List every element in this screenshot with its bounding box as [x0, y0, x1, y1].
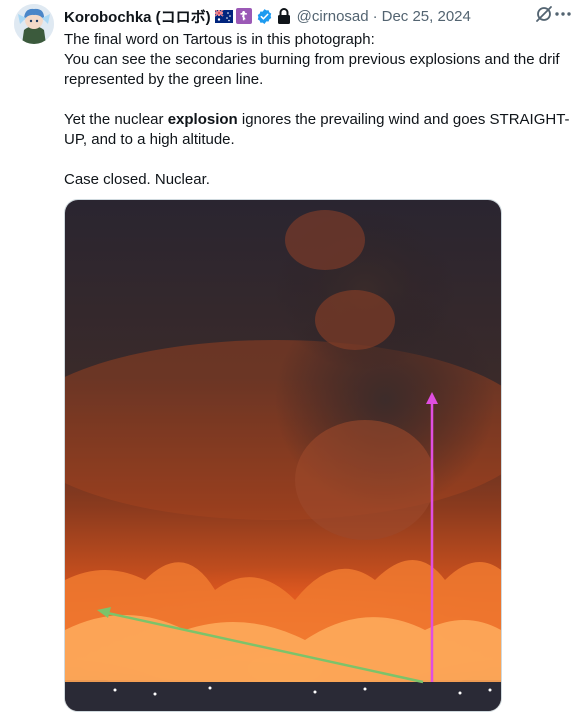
post-line: Case closed. Nuclear. [64, 171, 210, 188]
post-text: The final word on Tartous is in this pho… [64, 30, 574, 190]
post-line: Yet the nuclear explosion ignores the pr… [64, 110, 574, 130]
post-line: represented by the green line. [64, 71, 264, 88]
post-line: You can see the secondaries burning from… [64, 51, 560, 68]
orthodox-cross-icon: ☦ [235, 8, 252, 24]
verified-badge-icon [256, 8, 273, 25]
australia-flag-icon [214, 8, 233, 23]
post-header: Korobochka (コロボ) ☦ @cirnosad · Dec 25, 2… [64, 5, 566, 27]
separator-dot: · [372, 7, 378, 25]
post-line: The final word on Tartous is in this pho… [64, 31, 375, 48]
author-name[interactable]: Korobochka (コロボ) [64, 6, 211, 27]
post-text-segment: Yet the nuclear [64, 111, 168, 128]
post-bold-word: explosion [167, 111, 238, 128]
grok-icon[interactable] [534, 4, 554, 24]
more-icon[interactable] [554, 4, 572, 24]
post-photo[interactable] [64, 199, 502, 712]
author-handle[interactable]: @cirnosad [297, 8, 369, 25]
lock-icon [277, 8, 291, 24]
post-text-segment: ignores the prevailing wind and goes STR… [237, 111, 570, 128]
avatar[interactable] [14, 4, 54, 44]
post-date[interactable]: Dec 25, 2024 [382, 8, 471, 25]
post-line: UP, and to a high altitude. [64, 131, 235, 148]
